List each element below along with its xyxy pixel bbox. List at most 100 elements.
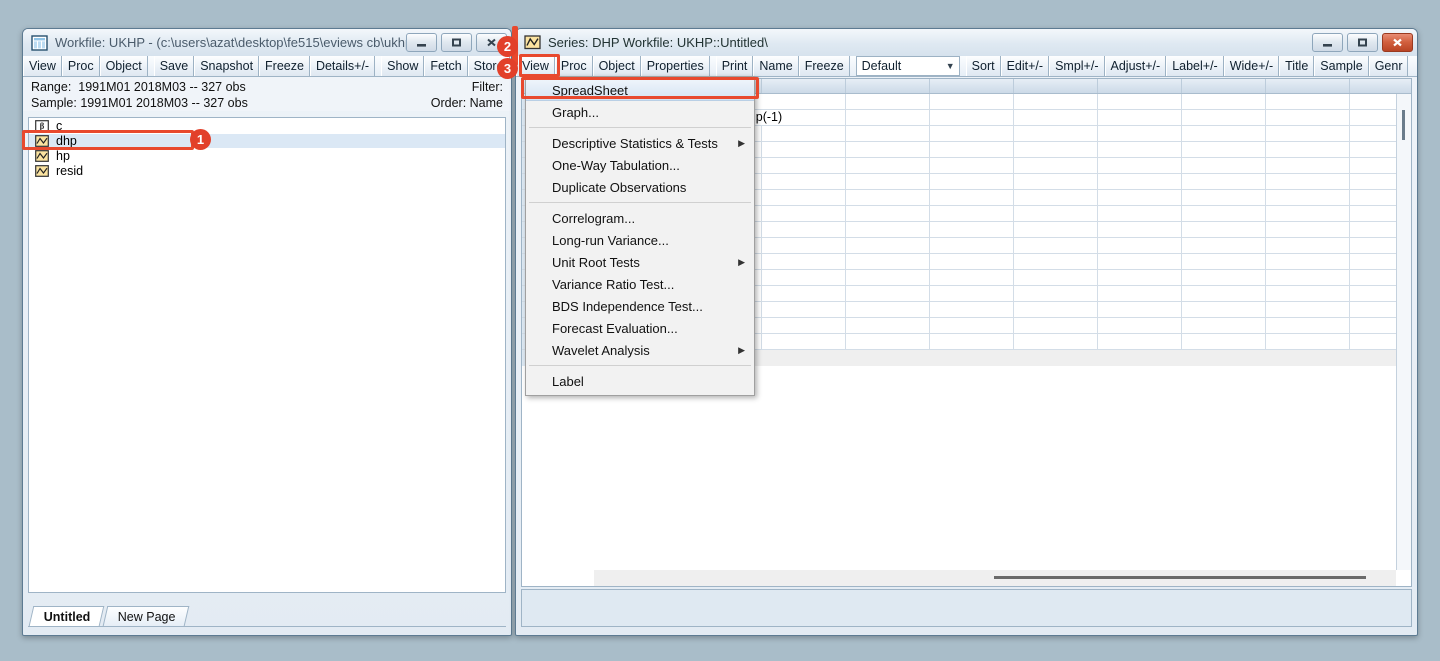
series-view-dropdown-menu[interactable]: SpreadSheet Graph... Descriptive Statistic… [525,76,755,396]
series-btn-genr[interactable]: Genr [1368,56,1409,76]
row-cell[interactable] [1014,318,1098,333]
menu-item-duplicate-observations[interactable]: Duplicate Observations [526,176,754,198]
menu-item-variance-ratio-test[interactable]: Variance Ratio Test... [526,273,754,295]
row-cell[interactable] [1266,142,1350,157]
row-cell[interactable] [1014,206,1098,221]
row-cell[interactable] [846,94,930,109]
workfile-btn-fetch[interactable]: Fetch [424,56,468,76]
horizontal-scroll-thumb[interactable] [994,576,1366,579]
row-cell[interactable] [1182,318,1266,333]
row-cell[interactable] [1014,254,1098,269]
row-cell[interactable] [846,350,930,366]
row-cell[interactable] [930,142,1014,157]
series-view-mode-select[interactable]: Default ▼ [855,56,960,76]
menu-item-wavelet-analysis[interactable]: Wavelet Analysis ▶ [526,339,754,361]
series-btn-wide[interactable]: Wide+/- [1223,56,1280,76]
row-cell[interactable] [1098,190,1182,205]
row-cell[interactable] [930,206,1014,221]
row-cell[interactable] [1098,142,1182,157]
row-cell[interactable] [1182,302,1266,317]
spreadsheet-col-header[interactable] [930,79,1014,93]
row-cell[interactable] [1014,142,1098,157]
row-cell[interactable] [930,190,1014,205]
spreadsheet-col-header[interactable] [1014,79,1098,93]
row-cell[interactable] [1266,110,1350,125]
menu-item-long-run-variance[interactable]: Long-run Variance... [526,229,754,251]
row-cell[interactable] [1014,334,1098,349]
row-cell[interactable] [1266,158,1350,173]
row-cell[interactable] [1014,222,1098,237]
row-cell[interactable] [1098,110,1182,125]
row-cell[interactable] [930,222,1014,237]
row-cell[interactable] [1182,126,1266,141]
row-cell[interactable] [1266,174,1350,189]
row-cell[interactable] [1266,350,1350,366]
menu-item-spreadsheet[interactable]: SpreadSheet [526,79,754,101]
row-cell[interactable] [762,190,846,205]
spreadsheet-col-header[interactable] [762,79,846,93]
row-cell[interactable] [1266,334,1350,349]
row-cell[interactable] [1182,174,1266,189]
series-btn-sort[interactable]: Sort [965,56,1001,76]
menu-item-label[interactable]: Label [526,370,754,392]
row-cell[interactable] [1182,238,1266,253]
row-cell[interactable] [762,334,846,349]
minimize-icon[interactable] [1312,33,1343,52]
row-cell[interactable] [1266,94,1350,109]
series-btn-freeze[interactable]: Freeze [798,56,850,76]
row-cell[interactable] [1014,190,1098,205]
row-cell[interactable] [762,350,846,366]
row-cell[interactable] [1014,238,1098,253]
workfile-tab-new-page[interactable]: New Page [102,606,189,626]
series-btn-title[interactable]: Title [1279,56,1315,76]
row-cell[interactable] [1098,334,1182,349]
row-cell[interactable] [1182,222,1266,237]
row-cell[interactable] [846,222,930,237]
row-cell[interactable] [1182,158,1266,173]
spreadsheet-col-header[interactable] [846,79,930,93]
row-cell[interactable] [1266,126,1350,141]
series-btn-sample[interactable]: Sample [1314,56,1369,76]
menu-item-correlogram[interactable]: Correlogram... [526,207,754,229]
menu-item-one-way-tabulation[interactable]: One-Way Tabulation... [526,154,754,176]
workfile-btn-proc[interactable]: Proc [61,56,100,76]
row-cell[interactable] [1014,110,1098,125]
series-window-controls[interactable] [1312,33,1413,52]
row-cell[interactable] [1098,318,1182,333]
row-cell[interactable] [1266,302,1350,317]
row-cell[interactable] [1182,94,1266,109]
row-cell[interactable] [1182,254,1266,269]
row-cell[interactable] [1266,238,1350,253]
series-btn-properties[interactable]: Properties [640,56,710,76]
menu-item-unit-root-tests[interactable]: Unit Root Tests ▶ [526,251,754,273]
row-cell[interactable] [1182,142,1266,157]
row-cell[interactable] [930,174,1014,189]
row-cell[interactable] [1182,270,1266,285]
workfile-btn-snapshot[interactable]: Snapshot [194,56,260,76]
row-cell[interactable] [762,126,846,141]
workfile-btn-show[interactable]: Show [381,56,425,76]
row-cell[interactable] [1098,270,1182,285]
row-cell[interactable] [762,302,846,317]
row-cell[interactable] [762,270,846,285]
series-btn-label[interactable]: Label+/- [1166,56,1224,76]
row-cell[interactable] [1098,206,1182,221]
spreadsheet-col-header[interactable] [1266,79,1350,93]
row-cell[interactable] [762,286,846,301]
workfile-btn-view[interactable]: View [23,56,62,76]
workfile-object-list[interactable]: β c dhp hp resid [28,117,506,593]
row-cell[interactable] [762,238,846,253]
row-cell[interactable] [1098,126,1182,141]
row-cell[interactable] [762,142,846,157]
row-cell[interactable] [930,126,1014,141]
row-cell[interactable] [930,110,1014,125]
row-cell[interactable] [1098,302,1182,317]
row-cell[interactable] [1098,94,1182,109]
row-cell[interactable] [1014,174,1098,189]
series-btn-edit[interactable]: Edit+/- [1000,56,1050,76]
row-cell[interactable] [1266,190,1350,205]
row-cell[interactable] [930,302,1014,317]
series-btn-smpl[interactable]: Smpl+/- [1049,56,1105,76]
row-cell[interactable] [846,286,930,301]
menu-item-descriptive-statistics-tests[interactable]: Descriptive Statistics & Tests ▶ [526,132,754,154]
